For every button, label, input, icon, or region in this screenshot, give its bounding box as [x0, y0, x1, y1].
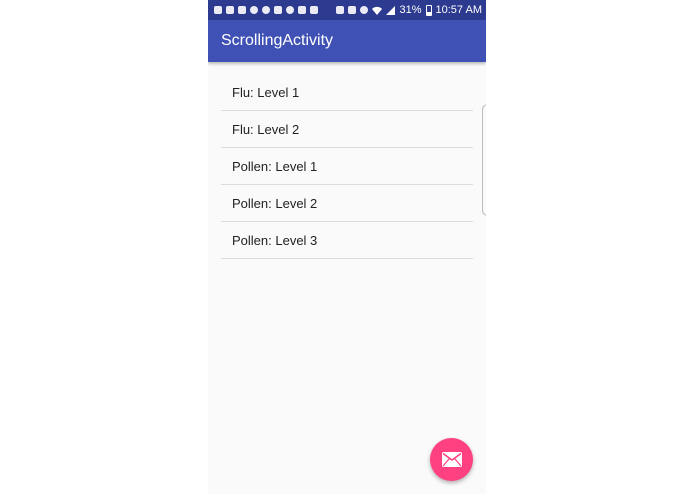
mute-icon [348, 6, 357, 14]
messages-icon [214, 6, 222, 14]
list-item-label: Flu: Level 1 [232, 84, 300, 100]
app-bar: ScrollingActivity [208, 20, 486, 62]
status-notification-icons [214, 3, 318, 17]
circle-icon [262, 6, 270, 14]
smiley-icon [286, 6, 294, 14]
list-item[interactable]: Pollen: Level 1 [221, 148, 473, 185]
status-bar: 31% 10:57 AM [208, 0, 486, 20]
list-item-label: Pollen: Level 3 [232, 232, 318, 248]
missed-call-icon [226, 6, 234, 14]
nfc-icon [336, 6, 345, 14]
list-item-label: Pollen: Level 1 [232, 158, 318, 174]
voicemail-icon [310, 6, 318, 14]
email-icon [441, 452, 462, 467]
twitter-icon [298, 6, 306, 14]
battery-percent: 31% [399, 4, 422, 16]
battery-icon [425, 4, 432, 16]
gallery-icon [274, 6, 282, 14]
edge-panel-handle[interactable] [482, 104, 486, 216]
list-item[interactable]: Pollen: Level 3 [221, 222, 473, 259]
phone-screen: 31% 10:57 AM ScrollingActivity Flu: Leve… [208, 0, 486, 494]
list-item[interactable]: Flu: Level 1 [221, 74, 473, 111]
list-item[interactable]: Flu: Level 2 [221, 111, 473, 148]
calendar-icon [238, 6, 246, 14]
signal-icon [386, 5, 396, 15]
list-item-label: Flu: Level 2 [232, 121, 300, 137]
list-item[interactable]: Pollen: Level 2 [221, 185, 473, 222]
status-time: 10:57 AM [435, 4, 482, 16]
snapchat-icon [250, 6, 258, 14]
list-item-label: Pollen: Level 2 [232, 195, 318, 211]
status-system-icons: 31% 10:57 AM [336, 2, 482, 18]
alarm-icon [360, 6, 369, 14]
app-title: ScrollingActivity [221, 32, 334, 49]
wifi-icon [372, 6, 383, 15]
level-list: Flu: Level 1 Flu: Level 2 Pollen: Level … [221, 74, 473, 259]
email-fab-button[interactable] [430, 438, 473, 481]
